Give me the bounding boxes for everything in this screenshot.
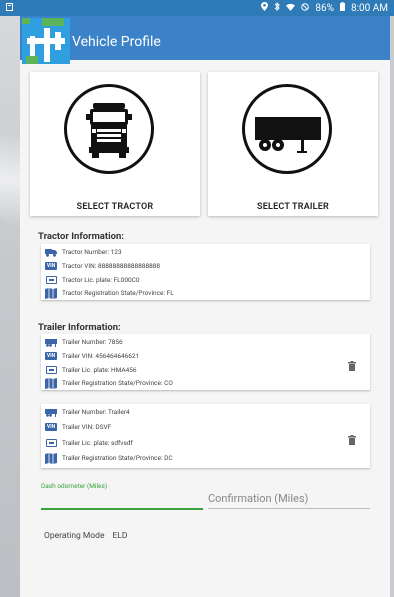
truck-icon: [45, 247, 57, 257]
tractor-number: Tractor Number: 123: [62, 248, 122, 256]
battery-icon: [339, 2, 345, 14]
trash-icon: [348, 435, 356, 445]
vehicle-profile-panel: Vehicle Profile SELECT TRACTOR SELECT TR…: [20, 16, 390, 597]
delete-trailer-button[interactable]: [348, 356, 356, 371]
tractor-info-card: Tractor Number: 123 VIN Tractor VIN: 888…: [41, 244, 370, 300]
trailer-plate: Trailer Lic. plate: sdfvsdf: [62, 439, 133, 447]
tractor-section-title: Tractor Information:: [38, 231, 124, 242]
trailer-section-title: Trailer Information:: [38, 322, 121, 333]
select-trailer-label: SELECT TRAILER: [257, 202, 329, 212]
trailer-plate: Trailer Lic. plate: HMA456: [62, 366, 137, 374]
location-icon: [261, 2, 269, 14]
tractor-number-row: Tractor Number: 123: [41, 245, 122, 259]
battery-percent: 86%: [315, 2, 334, 14]
trailer-plate-row: Trailer Lic. plate: sdfvsdf: [41, 436, 133, 450]
confirmation-underline: [208, 508, 370, 509]
license-plate-icon: [45, 438, 57, 448]
app-logo-icon: [22, 18, 70, 64]
status-icons: 86% 8:00 AM: [261, 1, 388, 14]
trailer-state: Trailer Registration State/Province: DC: [62, 454, 173, 462]
tractor-vin: Tractor VIN: 88888888888888888: [62, 262, 161, 270]
trailer-state: Trailer Registration State/Province: CO: [62, 379, 173, 387]
map-icon: [45, 377, 57, 389]
trailer-number: Trailer Number: Trailer4: [62, 408, 130, 416]
trailer-vin-row: VIN Trailer VIN: 456464646621: [41, 349, 139, 363]
trailer-vin: Trailer VIN: 456464646621: [62, 352, 140, 360]
operating-mode: Operating Mode ELD: [44, 531, 127, 541]
tractor-state-row: Tractor Registration State/Province: FL: [41, 286, 174, 300]
trailer-icon: [242, 84, 332, 174]
trailer-vin: Trailer VIN: DSVF: [62, 423, 112, 431]
tractor-plate: Tractor Lic. plate: FL000C0: [62, 276, 140, 284]
trailer-plate-row: Trailer Lic. plate: HMA456: [41, 363, 137, 377]
app-bar: Vehicle Profile: [20, 16, 390, 64]
license-plate-icon: [45, 365, 57, 375]
bluetooth-icon: [274, 1, 281, 14]
trailer-number-row: Trailer Number: 7856: [41, 335, 123, 349]
trash-icon: [348, 361, 356, 371]
map-icon: [45, 452, 57, 464]
select-tractor-label: SELECT TRACTOR: [76, 202, 154, 212]
page-title: Vehicle Profile: [72, 34, 161, 50]
status-bar: 86% 8:00 AM: [0, 0, 394, 16]
confirmation-input[interactable]: Confirmation (Miles): [208, 492, 308, 505]
odometer-label: Dash odometer (Miles): [41, 482, 108, 490]
vin-icon: VIN: [45, 262, 57, 270]
select-trailer-button[interactable]: SELECT TRAILER: [208, 72, 378, 216]
vin-icon: VIN: [45, 423, 57, 431]
trailer-state-row: Trailer Registration State/Province: DC: [41, 451, 173, 465]
trailer-info-card: Trailer Number: 7856 VIN Trailer VIN: 45…: [41, 334, 370, 390]
license-plate-icon: [45, 275, 57, 285]
delete-trailer-button[interactable]: [348, 430, 356, 445]
vin-icon: VIN: [45, 352, 57, 360]
trailer-state-row: Trailer Registration State/Province: CO: [41, 376, 173, 390]
trailer-vin-row: VIN Trailer VIN: DSVF: [41, 420, 111, 434]
trailer-icon: [45, 337, 57, 347]
tractor-vin-row: VIN Tractor VIN: 88888888888888888: [41, 259, 160, 273]
tractor-state: Tractor Registration State/Province: FL: [62, 289, 174, 297]
operating-mode-label: Operating Mode: [44, 531, 105, 541]
trailer-number-row: Trailer Number: Trailer4: [41, 405, 130, 419]
operating-mode-value: ELD: [112, 531, 128, 541]
odometer-input[interactable]: [41, 508, 203, 510]
map-icon: [45, 287, 57, 299]
wifi-icon: [286, 3, 296, 14]
trailer-info-card: Trailer Number: Trailer4 VIN Trailer VIN…: [41, 404, 370, 468]
trailer-number: Trailer Number: 7856: [62, 338, 123, 346]
notification-icon: [6, 2, 13, 14]
clock: 8:00 AM: [350, 2, 388, 14]
trailer-icon: [45, 407, 57, 417]
tractor-icon: [64, 84, 154, 174]
tractor-plate-row: Tractor Lic. plate: FL000C0: [41, 273, 140, 287]
do-not-disturb-icon: [301, 2, 310, 14]
select-tractor-button[interactable]: SELECT TRACTOR: [30, 72, 200, 216]
